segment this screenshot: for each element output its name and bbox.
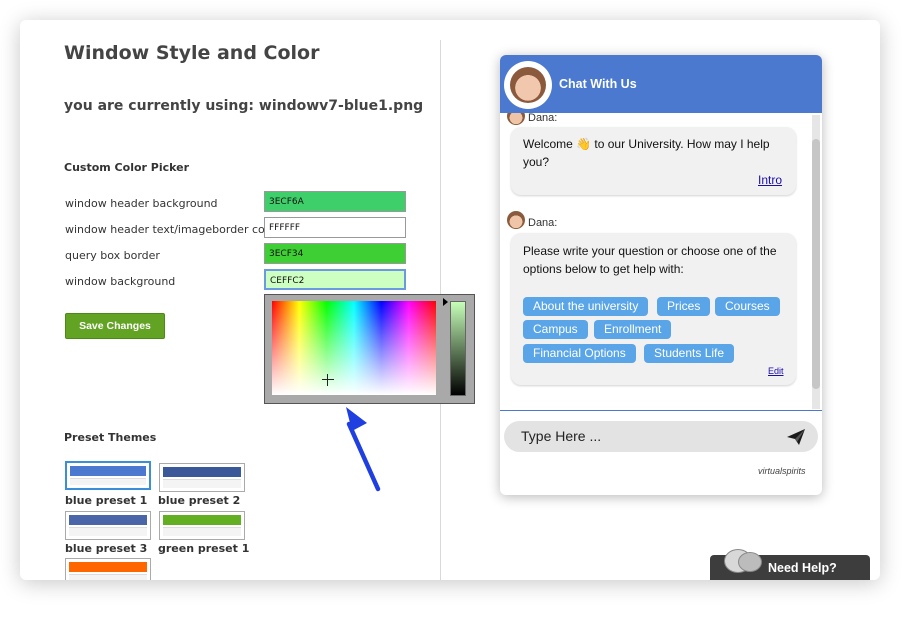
- send-icon[interactable]: [786, 428, 806, 446]
- pointer-arrow-icon: [346, 407, 381, 492]
- save-changes-button[interactable]: Save Changes: [65, 313, 165, 339]
- chat-messages: Dana: Welcome 👋 to our University. How m…: [500, 113, 810, 409]
- preset-label: green preset 1: [158, 542, 250, 555]
- chat-scrollbar[interactable]: [812, 115, 820, 409]
- field-label-query-border: query box border: [65, 249, 160, 262]
- chat-separator: [500, 410, 822, 411]
- message-text: Please write your question or choose one…: [523, 244, 777, 276]
- intro-link[interactable]: Intro: [758, 173, 782, 187]
- chat-input[interactable]: Type Here ...: [504, 421, 818, 452]
- chat-title: Chat With Us: [559, 77, 637, 91]
- need-help-label: Need Help?: [768, 561, 837, 575]
- message-sender: Dana:: [528, 217, 558, 229]
- option-campus[interactable]: Campus: [523, 320, 588, 339]
- current-theme-text: you are currently using: windowv7-blue1.…: [64, 98, 424, 114]
- agent-avatar: [504, 61, 552, 109]
- preset-blue-2[interactable]: [159, 463, 245, 492]
- preset-blue-1[interactable]: [65, 461, 151, 490]
- preset-label: blue preset 3: [65, 542, 148, 555]
- option-financial-options[interactable]: Financial Options: [523, 344, 636, 363]
- color-crosshair[interactable]: [322, 374, 334, 386]
- color-spectrum[interactable]: [272, 301, 436, 395]
- field-label-window-background: window background: [65, 275, 176, 288]
- message-text: Welcome 👋 to our University. How may I h…: [523, 137, 770, 169]
- chat-header: Chat With Us: [500, 55, 822, 113]
- message-sender: Dana:: [528, 113, 558, 124]
- preset-orange[interactable]: [65, 558, 151, 580]
- preset-label: blue preset 2: [158, 494, 241, 507]
- window-background-input[interactable]: CEFFC2: [264, 269, 406, 290]
- brightness-slider[interactable]: [450, 301, 466, 396]
- option-prices[interactable]: Prices: [657, 297, 711, 316]
- chat-bubble-welcome: Welcome 👋 to our University. How may I h…: [511, 127, 796, 195]
- preset-themes-heading: Preset Themes: [64, 431, 157, 444]
- color-picker-heading: Custom Color Picker: [64, 161, 190, 174]
- option-courses[interactable]: Courses: [715, 297, 780, 316]
- color-picker-popup: [264, 294, 475, 404]
- page-title: Window Style and Color: [64, 42, 320, 64]
- option-students-life[interactable]: Students Life: [644, 344, 735, 363]
- brand-label: virtualspirits: [758, 466, 806, 476]
- slider-pointer-icon: [443, 298, 448, 306]
- preset-blue-3[interactable]: [65, 511, 151, 540]
- dana-avatar: [507, 113, 525, 125]
- preset-green-1[interactable]: [159, 511, 245, 540]
- option-about-university[interactable]: About the university: [523, 297, 649, 316]
- chat-bubble-options: Please write your question or choose one…: [511, 233, 796, 385]
- preset-label: blue preset 1: [65, 494, 148, 507]
- chat-bubbles-icon: [738, 552, 762, 572]
- need-help-tab[interactable]: Need Help?: [710, 549, 870, 580]
- chat-window: Chat With Us Dana: Welcome 👋 to our Univ…: [500, 55, 822, 495]
- chat-input-placeholder: Type Here ...: [521, 428, 602, 444]
- query-border-input[interactable]: 3ECF34: [264, 243, 406, 264]
- edit-link[interactable]: Edit: [768, 366, 784, 376]
- dana-avatar: [507, 211, 525, 229]
- header-text-input[interactable]: FFFFFF: [264, 217, 406, 238]
- header-background-input[interactable]: 3ECF6A: [264, 191, 406, 212]
- option-enrollment[interactable]: Enrollment: [594, 320, 672, 339]
- field-label-header-text: window header text/imageborder color: [65, 223, 280, 236]
- field-label-header-background: window header background: [65, 197, 218, 210]
